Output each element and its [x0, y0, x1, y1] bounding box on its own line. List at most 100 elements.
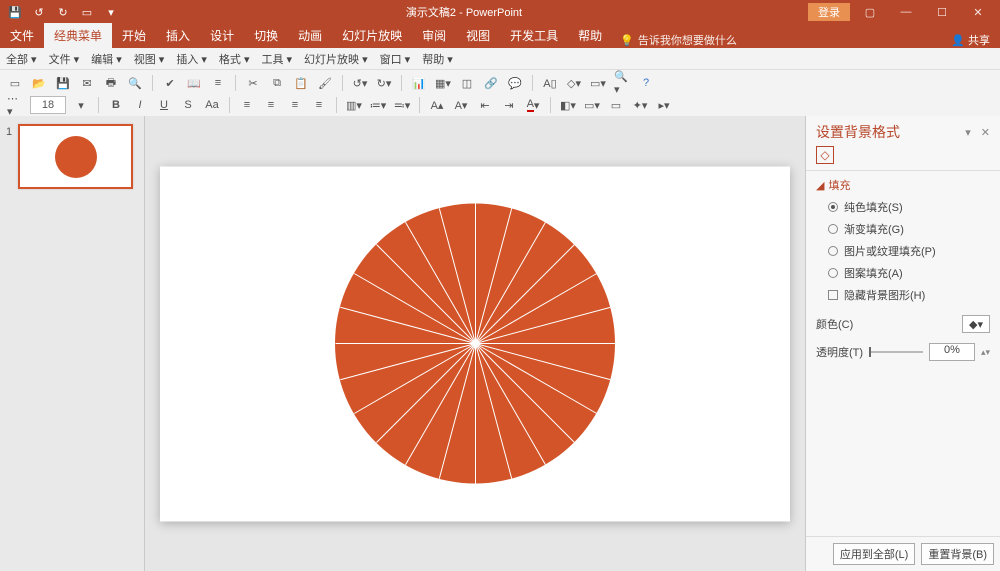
apply-all-button[interactable]: 应用到全部(L) — [833, 543, 915, 565]
preview-icon[interactable]: 🔍 — [126, 74, 144, 92]
slideshow-start-icon[interactable]: ▭ — [80, 5, 94, 19]
arrange-icon[interactable]: ▭▾ — [589, 74, 607, 92]
open-icon[interactable]: 📂 — [30, 74, 48, 92]
login-button[interactable]: 登录 — [808, 3, 850, 21]
size-more-icon[interactable]: ▾ — [72, 96, 90, 114]
thumbnail-item[interactable]: 1 — [6, 124, 138, 189]
tab-transition[interactable]: 切换 — [244, 23, 288, 48]
thumbnail-slide-1[interactable] — [18, 124, 133, 189]
change-case-icon[interactable]: Aa — [203, 96, 221, 114]
tab-file[interactable]: 文件 — [0, 23, 44, 48]
thesaurus-icon[interactable]: ≡ — [209, 74, 227, 92]
submenu-help[interactable]: 帮助 ▾ — [422, 51, 453, 67]
design-icon[interactable]: ◧▾ — [559, 96, 577, 114]
tab-help[interactable]: 帮助 — [568, 23, 612, 48]
tab-dev[interactable]: 开发工具 — [500, 23, 568, 48]
transparency-slider[interactable] — [869, 351, 923, 353]
submenu-file[interactable]: 文件 ▾ — [49, 51, 80, 67]
underline-icon[interactable]: U — [155, 96, 173, 114]
increase-font-icon[interactable]: A▴ — [428, 96, 446, 114]
align-right-icon[interactable]: ≡ — [286, 96, 304, 114]
effects-icon[interactable]: ✦▾ — [631, 96, 649, 114]
tab-slideshow[interactable]: 幻灯片放映 — [332, 23, 412, 48]
redo-icon[interactable]: ↻▾ — [375, 74, 393, 92]
new-slide-icon[interactable]: ▭▾ — [583, 96, 601, 114]
font-icon[interactable]: ⋯▾ — [6, 96, 24, 114]
tab-home[interactable]: 开始 — [112, 23, 156, 48]
bullets-icon[interactable]: ≔▾ — [369, 96, 387, 114]
submenu-insert[interactable]: 插入 ▾ — [176, 51, 207, 67]
opt-hide-bg[interactable]: 隐藏背景图形(H) — [828, 287, 990, 303]
save-icon[interactable]: 💾 — [8, 5, 22, 19]
shadow-icon[interactable]: S — [179, 96, 197, 114]
panel-options-icon[interactable]: ▾ — [965, 126, 971, 139]
submenu-format[interactable]: 格式 ▾ — [219, 51, 250, 67]
indent-icon[interactable]: ⇥ — [500, 96, 518, 114]
cut-icon[interactable]: ✂ — [244, 74, 262, 92]
opt-gradient-fill[interactable]: 渐变填充(G) — [828, 221, 990, 237]
tell-me-search[interactable]: 💡 告诉我你想要做什么 — [620, 32, 737, 48]
comment-icon[interactable]: 💬 — [506, 74, 524, 92]
decrease-font-icon[interactable]: A▾ — [452, 96, 470, 114]
numbering-icon[interactable]: ≕▾ — [393, 96, 411, 114]
format-painter-icon[interactable]: 🖌 — [316, 74, 334, 92]
help-icon[interactable]: ? — [637, 74, 655, 92]
tab-insert[interactable]: 插入 — [156, 23, 200, 48]
object-icon[interactable]: ◫ — [458, 74, 476, 92]
submenu-view[interactable]: 视图 ▾ — [134, 51, 165, 67]
qat-more-icon[interactable]: ▾ — [104, 5, 118, 19]
minimize-icon[interactable]: — — [890, 6, 922, 18]
share-button[interactable]: 👤 共享 — [951, 32, 990, 48]
zoom-icon[interactable]: 🔍▾ — [613, 74, 631, 92]
tab-review[interactable]: 审阅 — [412, 23, 456, 48]
color-picker[interactable]: ◆▾ — [962, 315, 990, 333]
spinner-icon[interactable]: ▴▾ — [981, 347, 990, 358]
submenu-window[interactable]: 窗口 ▾ — [380, 51, 411, 67]
chart-icon[interactable]: 📊 — [410, 74, 428, 92]
submenu-tools[interactable]: 工具 ▾ — [261, 51, 292, 67]
submenu-slideshow[interactable]: 幻灯片放映 ▾ — [304, 51, 368, 67]
paste-icon[interactable]: 📋 — [292, 74, 310, 92]
shapes-icon[interactable]: ◇▾ — [565, 74, 583, 92]
copy-icon[interactable]: ⧉ — [268, 74, 286, 92]
section-fill[interactable]: ◢ 填充 — [816, 177, 990, 193]
maximize-icon[interactable]: ☐ — [926, 6, 958, 19]
bold-icon[interactable]: B — [107, 96, 125, 114]
slide[interactable] — [160, 166, 790, 521]
slide-canvas-area[interactable] — [145, 116, 805, 571]
close-icon[interactable]: ✕ — [962, 6, 994, 19]
save-icon[interactable]: 💾 — [54, 74, 72, 92]
tab-classic-menu[interactable]: 经典菜单 — [44, 23, 112, 48]
transparency-value[interactable]: 0% — [929, 343, 975, 361]
email-icon[interactable]: ✉ — [78, 74, 96, 92]
ribbon-options-icon[interactable]: ▢ — [854, 6, 886, 19]
submenu-all[interactable]: 全部 ▾ — [6, 51, 37, 67]
print-icon[interactable]: 🖶 — [102, 74, 120, 92]
transition-icon[interactable]: ▸▾ — [655, 96, 673, 114]
sunburst-shape[interactable] — [335, 204, 615, 484]
opt-solid-fill[interactable]: 纯色填充(S) — [828, 199, 990, 215]
justify-icon[interactable]: ≡ — [310, 96, 328, 114]
hyperlink-icon[interactable]: 🔗 — [482, 74, 500, 92]
align-left-icon[interactable]: ≡ — [238, 96, 256, 114]
new-icon[interactable]: ▭ — [6, 74, 24, 92]
redo-icon[interactable]: ↻ — [56, 5, 70, 19]
undo-icon[interactable]: ↺ — [32, 5, 46, 19]
italic-icon[interactable]: I — [131, 96, 149, 114]
font-color-icon[interactable]: A▾ — [524, 96, 542, 114]
tab-view[interactable]: 视图 — [456, 23, 500, 48]
research-icon[interactable]: 📖 — [185, 74, 203, 92]
reset-background-button[interactable]: 重置背景(B) — [921, 543, 994, 565]
opt-picture-fill[interactable]: 图片或纹理填充(P) — [828, 243, 990, 259]
layout-icon[interactable]: ▭ — [607, 96, 625, 114]
outdent-icon[interactable]: ⇤ — [476, 96, 494, 114]
align-center-icon[interactable]: ≡ — [262, 96, 280, 114]
table-icon[interactable]: ▦▾ — [434, 74, 452, 92]
textbox-icon[interactable]: A▯ — [541, 74, 559, 92]
spell-icon[interactable]: ✔ — [161, 74, 179, 92]
columns-icon[interactable]: ▥▾ — [345, 96, 363, 114]
submenu-edit[interactable]: 编辑 ▾ — [91, 51, 122, 67]
opt-pattern-fill[interactable]: 图案填充(A) — [828, 265, 990, 281]
tab-design[interactable]: 设计 — [200, 23, 244, 48]
font-size-input[interactable]: 18 — [30, 96, 66, 114]
